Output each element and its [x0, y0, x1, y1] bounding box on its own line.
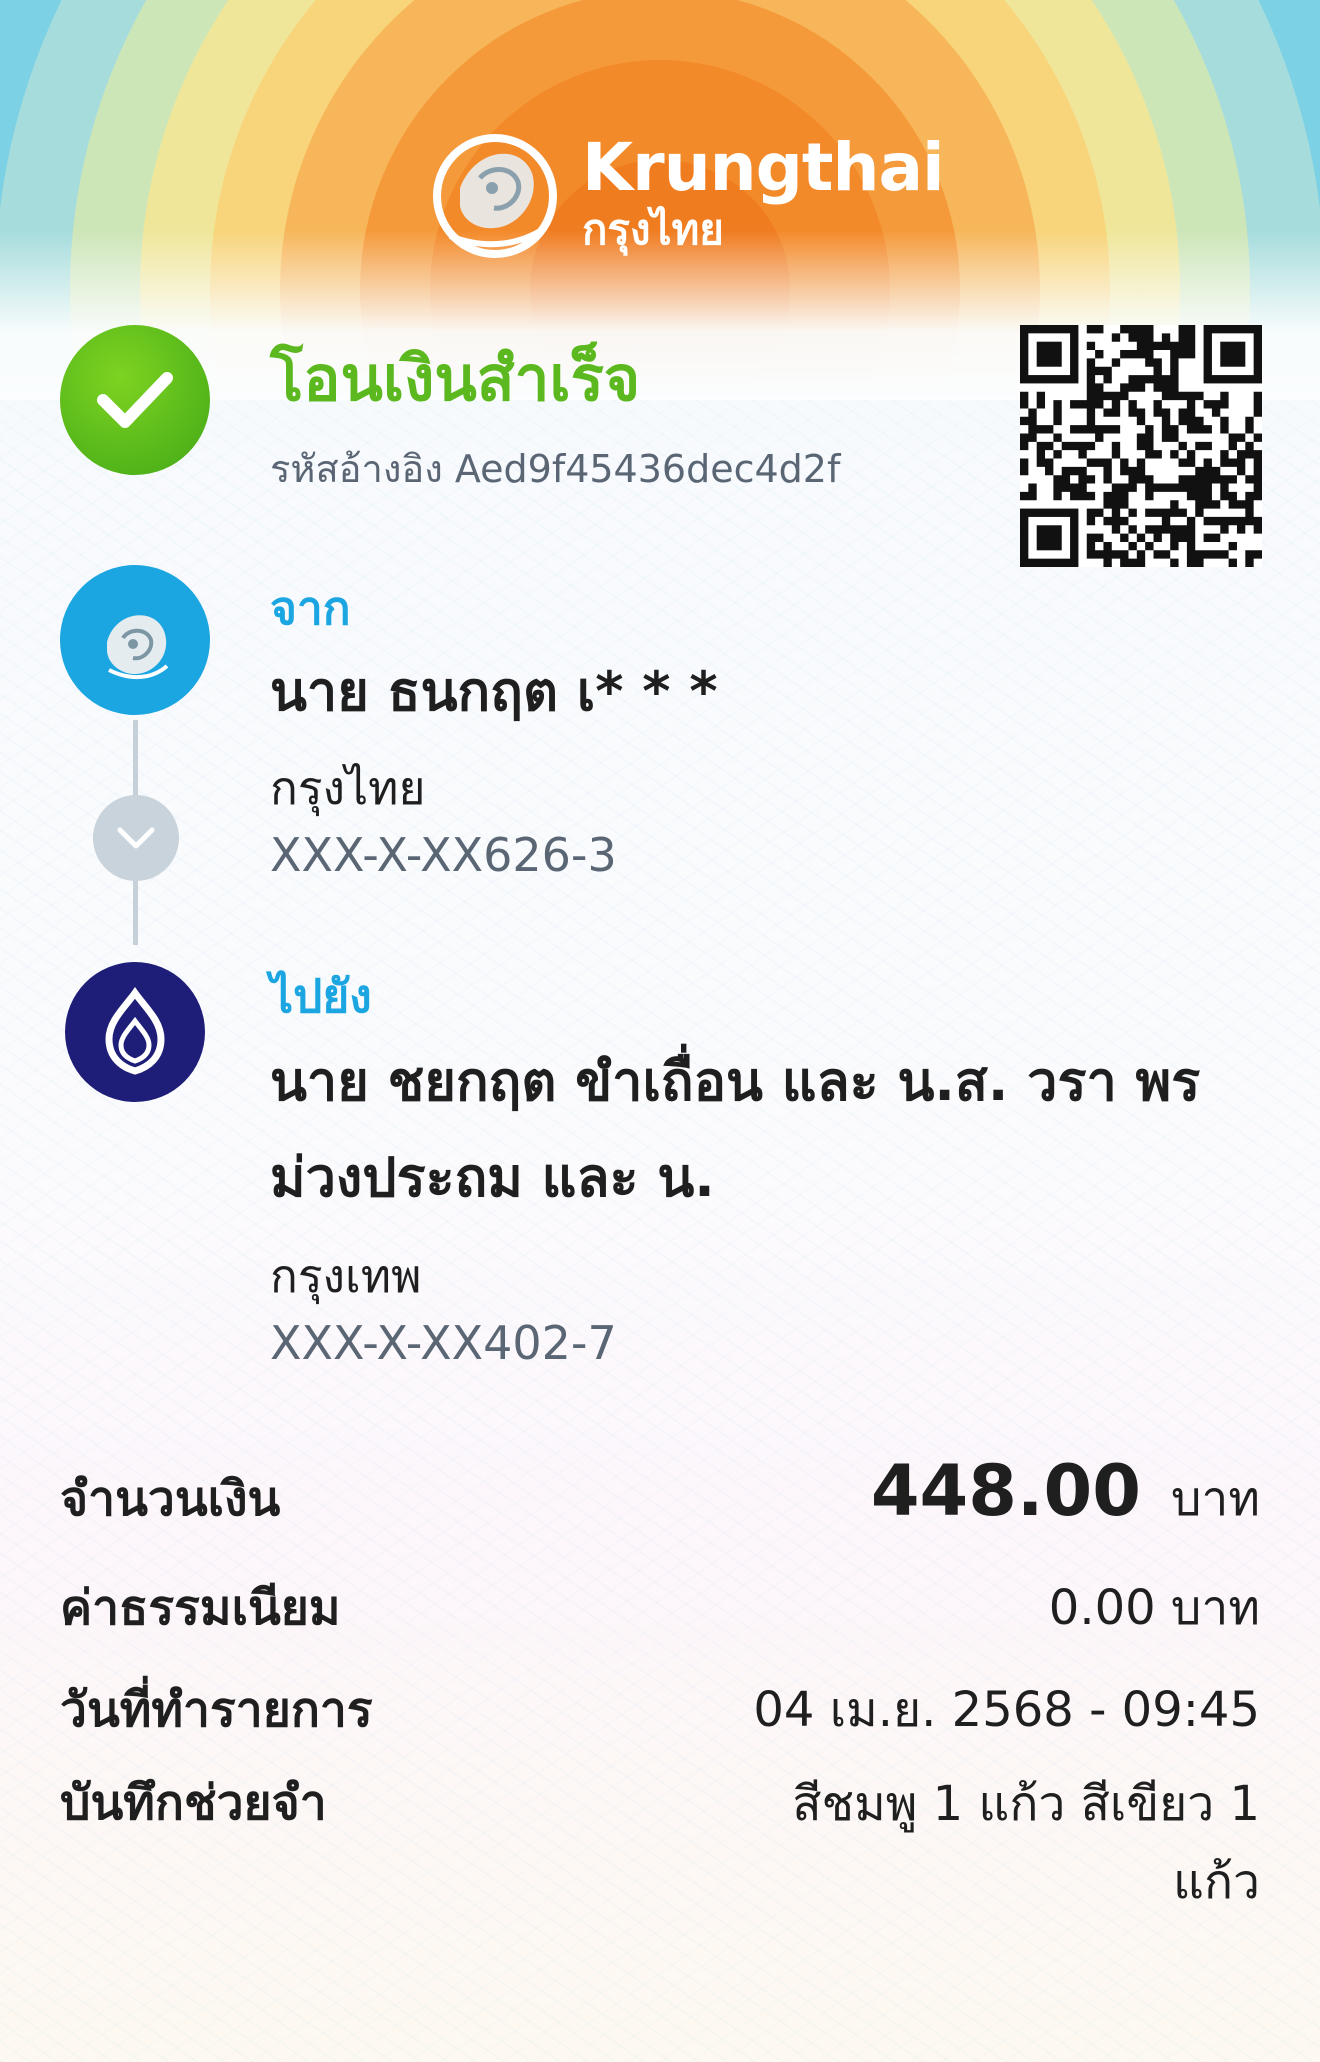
amount-row: จำนวนเงิน 448.00 บาท — [60, 1450, 1260, 1537]
memo-label: บันทึกช่วยจำ — [60, 1775, 327, 1831]
recipient-name: นาย ชยกฤต ขำเถื่อน และ น.ส. วรา พร ม่วงป… — [270, 1050, 1201, 1209]
amount-unit: บาท — [1170, 1471, 1260, 1527]
recipient-account: XXX-X-XX402-7 — [270, 1316, 617, 1370]
fee-row: ค่าธรรมเนียม 0.00 บาท — [60, 1570, 1260, 1646]
reference-code: รหัสอ้างอิง Aed9f45436dec4d2f — [270, 447, 841, 491]
date-row: วันที่ทำรายการ 04 เม.ย. 2568 - 09:45 — [60, 1672, 1260, 1748]
amount-value: 448.00 — [870, 1450, 1141, 1532]
amount-value-group: 448.00 บาท — [871, 1450, 1260, 1537]
krungthai-logo: Krungthai กรุงไทย — [420, 118, 945, 268]
bangkok-bank-logo-icon — [65, 962, 205, 1102]
fee-value: 0.00 บาท — [1048, 1580, 1260, 1636]
krungthai-logo-icon — [60, 565, 210, 715]
date-label: วันที่ทำรายการ — [60, 1682, 373, 1738]
chevron-down-icon — [93, 795, 179, 881]
qr-code[interactable] — [1020, 325, 1262, 567]
sender-account: XXX-X-XX626-3 — [270, 828, 617, 882]
date-value: 04 เม.ย. 2568 - 09:45 — [753, 1682, 1260, 1738]
amount-label: จำนวนเงิน — [60, 1471, 281, 1527]
phoenix-logo-icon — [433, 134, 557, 258]
sender-bank: กรุงไทย — [270, 761, 426, 815]
from-label: จาก — [270, 581, 351, 635]
brand-name-en: Krungthai — [582, 129, 945, 206]
memo-value: สีชมพู 1 แก้ว สีเขียว 1 แก้ว — [792, 1776, 1260, 1910]
qr-code-graphic — [1020, 325, 1262, 567]
sender-name: นาย ธนกฤต เ* * * — [270, 660, 718, 723]
brand-name-th: กรุงไทย — [582, 205, 724, 254]
check-icon — [60, 325, 210, 475]
to-label: ไปยัง — [270, 969, 372, 1023]
fee-label: ค่าธรรมเนียม — [60, 1580, 341, 1636]
transfer-success-title: โอนเงินสำเร็จ — [270, 342, 641, 415]
memo-row: บันทึกช่วยจำ สีชมพู 1 แก้ว สีเขียว 1 แก้… — [60, 1765, 1260, 1921]
recipient-bank: กรุงเทพ — [270, 1249, 422, 1303]
